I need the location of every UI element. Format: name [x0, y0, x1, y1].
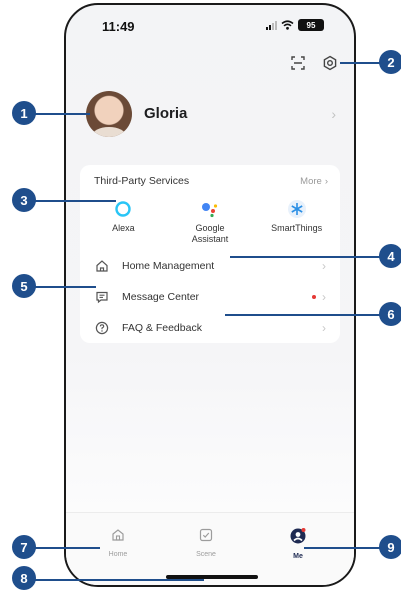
menu-list: Home Management › Message Center › FAQ &…	[80, 250, 340, 343]
callout-line	[34, 579, 204, 581]
third-party-services: Alexa Google Assistant SmartThings	[80, 198, 340, 245]
google-assistant-icon	[170, 198, 250, 220]
header-actions	[290, 55, 338, 71]
chevron-right-icon: ›	[331, 106, 336, 122]
menu-item-faq-feedback[interactable]: FAQ & Feedback ›	[80, 312, 340, 343]
status-time: 11:49	[102, 19, 135, 34]
menu-label: Message Center	[122, 290, 200, 303]
third-party-header: Third-Party Services More ›	[94, 175, 328, 187]
help-icon	[94, 320, 110, 336]
callout-1: 1	[12, 101, 36, 125]
profile-name: Gloria	[144, 105, 188, 122]
status-bar: 11:49 95	[66, 5, 354, 41]
chevron-right-icon: ›	[322, 289, 326, 304]
service-label: SmartThings	[271, 223, 323, 233]
home-icon	[94, 258, 110, 274]
unread-dot	[312, 294, 316, 299]
scan-icon[interactable]	[290, 55, 306, 71]
callout-3: 3	[12, 188, 36, 212]
tab-scene[interactable]: Scene	[176, 527, 236, 558]
smartthings-icon	[257, 198, 337, 220]
menu-item-message-center[interactable]: Message Center ›	[80, 281, 340, 312]
message-icon	[94, 289, 110, 305]
phone-frame: 11:49 95 Gloria › Third-Party Services M…	[64, 3, 356, 587]
service-label: Google Assistant	[191, 223, 229, 244]
service-google-assistant[interactable]: Google Assistant	[170, 198, 250, 245]
tab-home[interactable]: Home	[88, 527, 148, 558]
callout-line	[230, 256, 380, 258]
home-icon	[112, 529, 124, 541]
menu-item-home-management[interactable]: Home Management ›	[80, 250, 340, 281]
callout-line	[34, 547, 100, 549]
callout-4: 4	[379, 244, 401, 268]
callout-line	[225, 314, 380, 316]
callout-9: 9	[379, 535, 401, 559]
chevron-right-icon: ›	[324, 175, 328, 187]
third-party-title: Third-Party Services	[94, 175, 190, 187]
menu-label: FAQ & Feedback	[122, 321, 202, 334]
avatar[interactable]	[86, 91, 132, 137]
menu-label: Home Management	[122, 259, 215, 272]
settings-gear-icon[interactable]	[322, 55, 338, 71]
status-icons: 95	[266, 19, 324, 31]
chevron-right-icon: ›	[322, 258, 326, 273]
callout-6: 6	[379, 302, 401, 326]
callout-8: 8	[12, 566, 36, 590]
signal-icon	[266, 20, 277, 30]
scene-checkbox-icon	[199, 528, 213, 542]
callout-line	[34, 113, 90, 115]
tab-label: Home	[108, 551, 128, 558]
callout-line	[34, 200, 116, 202]
callout-line	[34, 286, 96, 288]
person-icon	[290, 528, 306, 544]
service-label: Alexa	[112, 223, 135, 233]
tab-me[interactable]: Me	[268, 527, 328, 560]
callout-2: 2	[379, 50, 401, 74]
service-smartthings[interactable]: SmartThings	[257, 198, 337, 245]
profile-row[interactable]: Gloria ›	[86, 91, 338, 147]
callout-5: 5	[12, 274, 36, 298]
tab-label: Me	[293, 553, 303, 560]
tab-bar: Home Scene Me	[66, 512, 354, 585]
chevron-right-icon: ›	[322, 320, 326, 335]
callout-7: 7	[12, 535, 36, 559]
service-alexa[interactable]: Alexa	[83, 198, 163, 245]
battery-icon: 95	[298, 19, 324, 31]
services-card: Third-Party Services More › Alexa Google…	[80, 165, 340, 343]
tab-label: Scene	[196, 551, 216, 558]
callout-line	[340, 62, 380, 64]
callout-line	[304, 547, 380, 549]
wifi-icon	[281, 20, 294, 30]
more-link[interactable]: More ›	[300, 176, 328, 187]
